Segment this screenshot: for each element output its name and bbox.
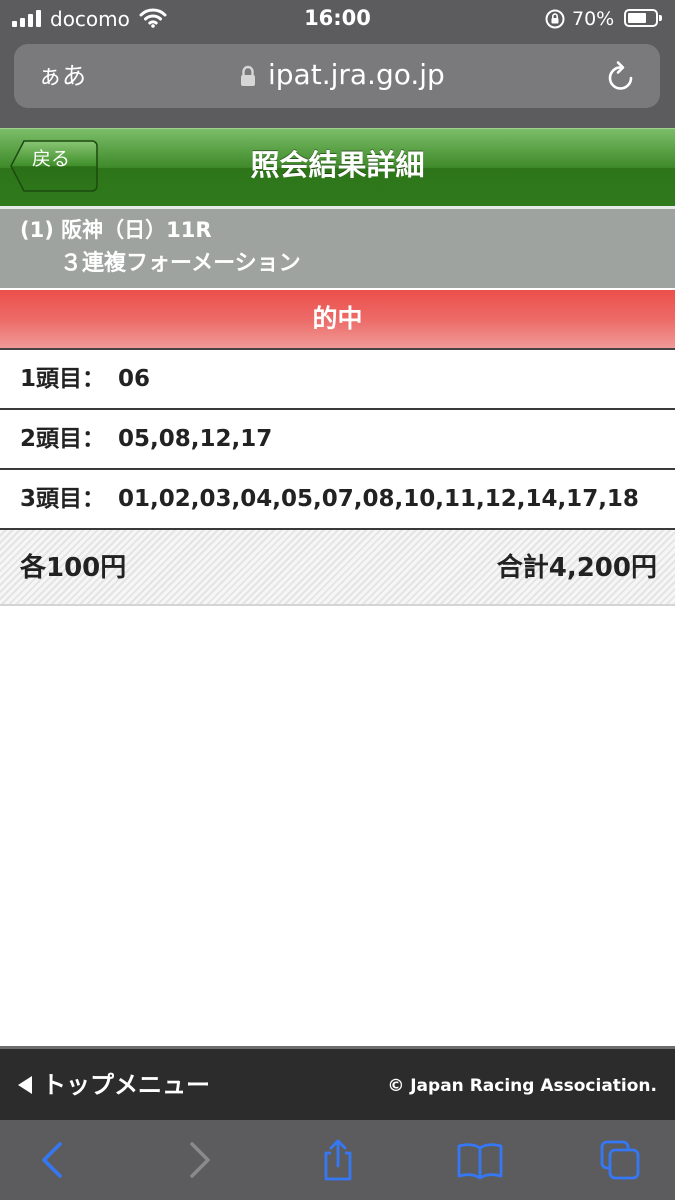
selection-horses: 01,02,03,04,05,07,08,10,11,12,14,17,18 bbox=[118, 486, 639, 512]
forward-arrow-icon[interactable] bbox=[176, 1138, 220, 1182]
selection-label: 2頭目： bbox=[20, 426, 106, 452]
browser-toolbar bbox=[0, 1120, 675, 1200]
reader-options-button[interactable]: ぁあ bbox=[38, 61, 86, 91]
result-status: 的中 bbox=[312, 304, 363, 333]
bookmarks-icon[interactable] bbox=[456, 1138, 503, 1182]
race-info: (1) 阪神（日）11R ３連複フォーメーション bbox=[0, 206, 675, 288]
share-icon[interactable] bbox=[316, 1138, 360, 1182]
selection-label: 3頭目： bbox=[20, 486, 106, 512]
reload-icon[interactable] bbox=[606, 60, 636, 96]
address-bar[interactable]: ぁあ ipat.jra.go.jp bbox=[14, 44, 660, 108]
triangle-left-icon bbox=[18, 1076, 32, 1094]
battery-percent: 70% bbox=[572, 8, 615, 30]
status-bar: docomo 16:00 70% bbox=[0, 0, 675, 38]
back-arrow-icon[interactable] bbox=[32, 1138, 76, 1182]
top-menu-label: トップメニュー bbox=[42, 1071, 210, 1099]
browser-address-area: ぁあ ipat.jra.go.jp bbox=[0, 38, 675, 128]
footer-bar: トップメニュー © Japan Racing Association. bbox=[0, 1046, 675, 1120]
orientation-lock-icon bbox=[544, 8, 566, 34]
selection-row-second: 2頭目： 05,08,12,17 bbox=[0, 410, 675, 470]
selection-horses: 06 bbox=[118, 366, 151, 392]
selection-horses: 05,08,12,17 bbox=[118, 426, 273, 452]
selection-label: 1頭目： bbox=[20, 366, 106, 392]
race-name: (1) 阪神（日）11R bbox=[20, 218, 212, 242]
bet-type: ３連複フォーメーション bbox=[60, 251, 301, 276]
lock-icon bbox=[240, 65, 256, 91]
battery-icon bbox=[624, 9, 662, 27]
amount-row: 各100円 合計4,200円 bbox=[0, 530, 675, 606]
copyright: © Japan Racing Association. bbox=[387, 1076, 657, 1096]
selection-row-first: 1頭目： 06 bbox=[0, 350, 675, 410]
result-banner: 的中 bbox=[0, 290, 675, 350]
total-amount: 合計4,200円 bbox=[496, 553, 657, 583]
url-text[interactable]: ipat.jra.go.jp bbox=[268, 59, 445, 91]
tabs-icon[interactable] bbox=[598, 1138, 642, 1182]
per-bet-amount: 各100円 bbox=[20, 553, 127, 583]
title-bar: 戻る 照会結果詳細 bbox=[0, 128, 675, 206]
selection-row-third: 3頭目： 01,02,03,04,05,07,08,10,11,12,14,17… bbox=[0, 470, 675, 530]
page-title: 照会結果詳細 bbox=[250, 148, 425, 182]
